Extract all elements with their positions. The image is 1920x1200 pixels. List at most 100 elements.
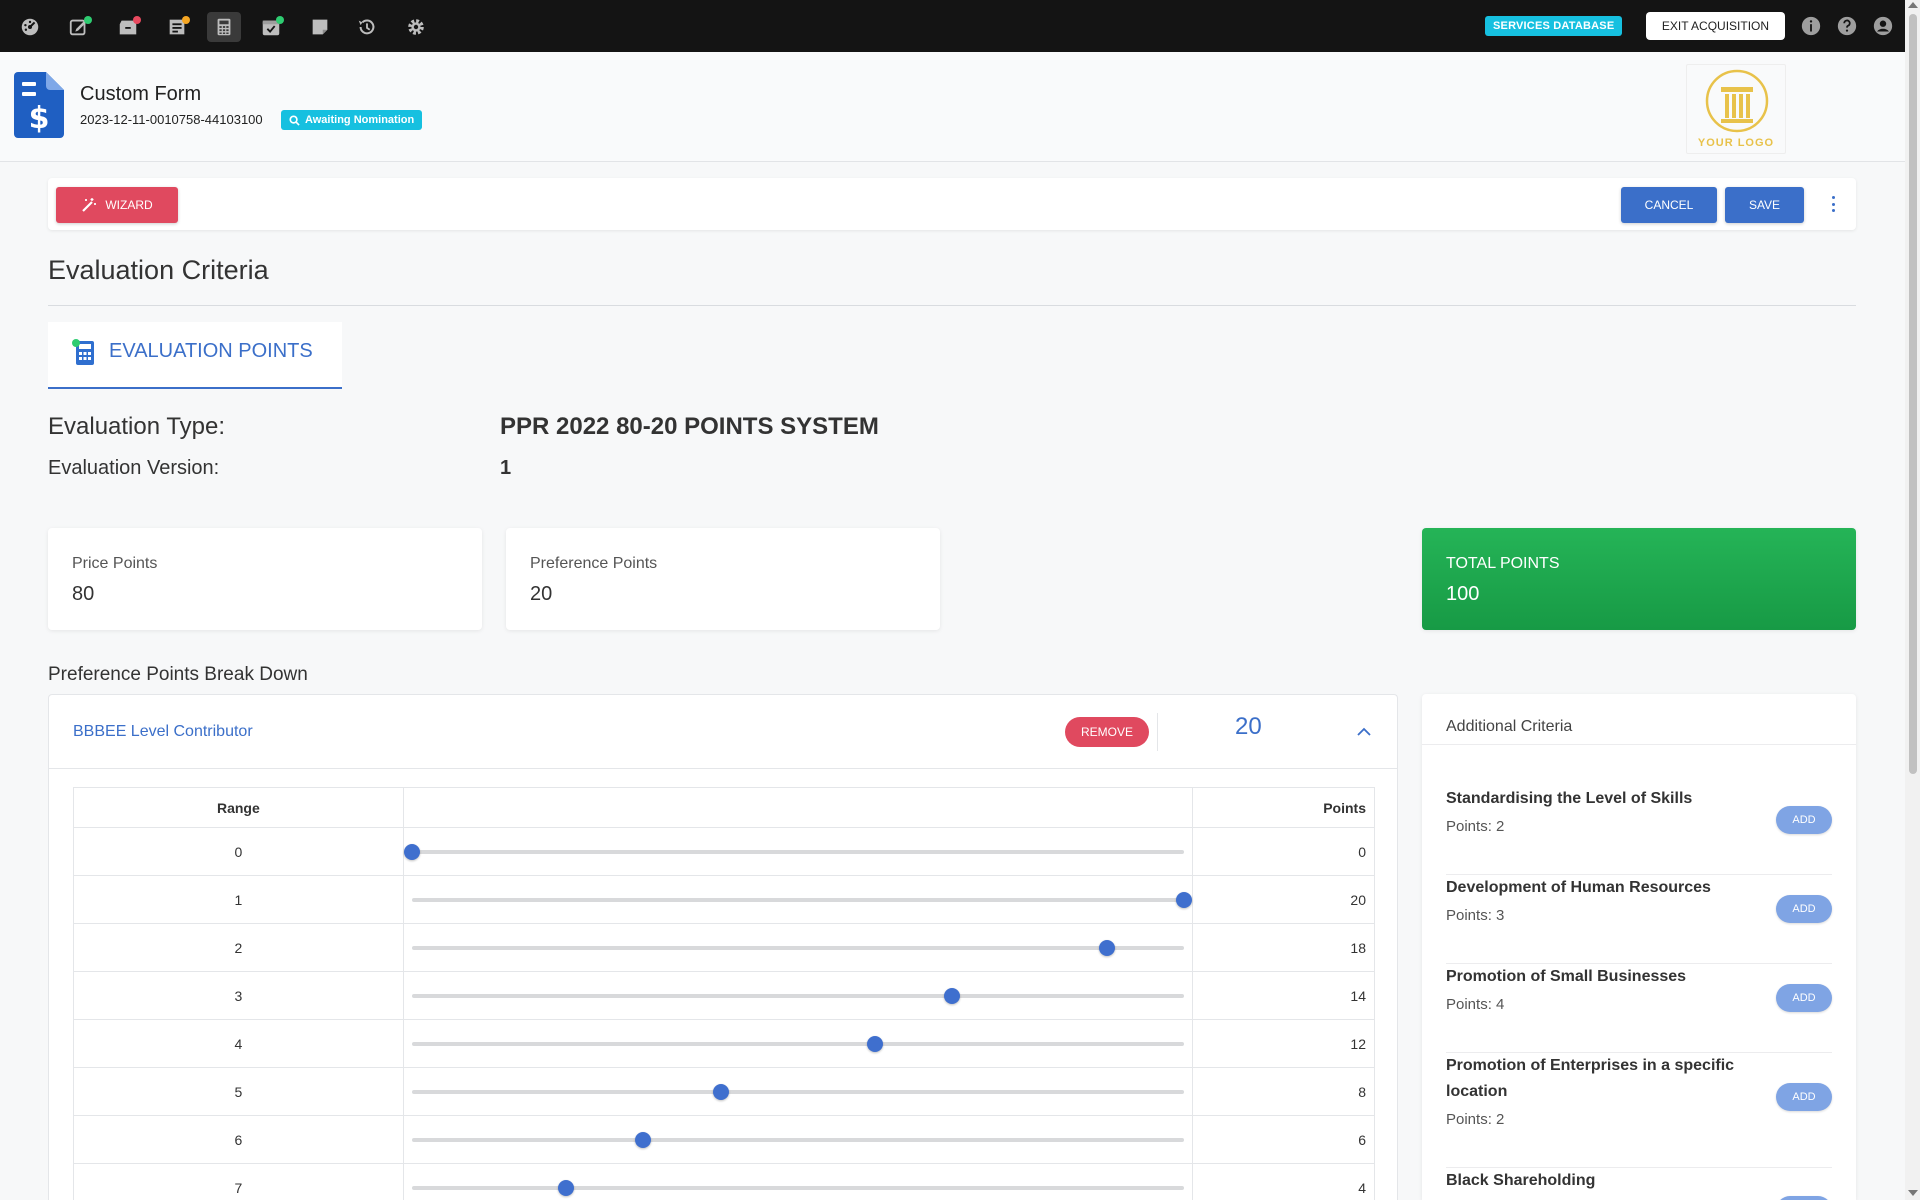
table-row: 2 18 bbox=[73, 923, 1375, 972]
criterion-name: Promotion of Enterprises in a specific l… bbox=[1446, 1057, 1735, 1100]
inbox-icon[interactable] bbox=[111, 12, 145, 42]
total-points-label: TOTAL POINTS bbox=[1446, 555, 1560, 572]
range-cell: 5 bbox=[73, 1067, 404, 1116]
points-cell: 4 bbox=[1192, 1163, 1375, 1200]
points-cell: 8 bbox=[1192, 1067, 1375, 1116]
points-slider-track[interactable] bbox=[411, 1083, 1185, 1100]
remove-button[interactable]: REMOVE bbox=[1065, 717, 1149, 747]
criterion-points: Points: 3 bbox=[1446, 907, 1505, 924]
scrollbar-thumb[interactable] bbox=[1909, 14, 1917, 774]
range-column-header: Range bbox=[73, 787, 404, 828]
points-column-header: Points bbox=[1192, 787, 1375, 828]
points-slider-track[interactable] bbox=[411, 1131, 1185, 1148]
points-slider-thumb[interactable] bbox=[867, 1035, 884, 1052]
points-slider-cell bbox=[402, 1067, 1194, 1116]
points-slider-thumb[interactable] bbox=[635, 1131, 652, 1148]
points-slider-cell bbox=[402, 1115, 1194, 1164]
preference-points-card: Preference Points 20 bbox=[506, 528, 940, 630]
points-slider-thumb[interactable] bbox=[944, 987, 961, 1004]
points-slider-thumb[interactable] bbox=[403, 843, 420, 860]
more-options-icon[interactable] bbox=[1828, 194, 1838, 214]
table-row: 1 20 bbox=[73, 875, 1375, 924]
points-cell: 6 bbox=[1192, 1115, 1375, 1164]
status-badge: Awaiting Nomination bbox=[281, 110, 423, 130]
points-cell: 14 bbox=[1192, 971, 1375, 1020]
points-slider-track[interactable] bbox=[403, 843, 1185, 860]
divider bbox=[48, 305, 1856, 306]
points-slider-track[interactable] bbox=[411, 891, 1193, 908]
preference-points-value: 20 bbox=[530, 583, 553, 605]
range-cell: 0 bbox=[73, 827, 404, 876]
tab-label: EVALUATION POINTS bbox=[109, 340, 313, 362]
table-row: 74 bbox=[73, 1163, 1375, 1200]
add-criterion-button[interactable]: ADD bbox=[1776, 895, 1832, 923]
orders-icon[interactable] bbox=[160, 12, 194, 42]
criterion-name-link[interactable]: BBBEE Level Contributor bbox=[73, 723, 253, 741]
evaluation-version-label: Evaluation Version: bbox=[48, 457, 220, 479]
points-slider-track[interactable] bbox=[411, 1179, 1185, 1196]
points-slider-cell bbox=[402, 971, 1194, 1020]
criterion-name: Black Shareholding bbox=[1446, 1172, 1596, 1189]
history-icon[interactable] bbox=[350, 12, 384, 42]
add-criterion-button[interactable]: ADD bbox=[1776, 1083, 1832, 1111]
points-slider-track[interactable] bbox=[411, 987, 1185, 1004]
cancel-button[interactable]: CANCEL bbox=[1621, 187, 1717, 223]
preference-points-label: Preference Points bbox=[530, 555, 658, 572]
status-badge-label: Awaiting Nomination bbox=[305, 114, 415, 126]
points-cell: 12 bbox=[1192, 1019, 1375, 1068]
points-slider-cell bbox=[402, 923, 1194, 972]
criterion-panel-header[interactable]: BBBEE Level Contributor REMOVE 20 bbox=[49, 695, 1397, 769]
preference-breakdown-title: Preference Points Break Down bbox=[48, 664, 308, 685]
list-item: Black Shareholding ADD bbox=[1446, 1168, 1832, 1200]
edit-icon[interactable] bbox=[62, 12, 96, 42]
points-slider-thumb[interactable] bbox=[712, 1083, 729, 1100]
table-row: 3 14 bbox=[73, 971, 1375, 1020]
notes-icon[interactable] bbox=[303, 12, 337, 42]
points-slider-thumb[interactable] bbox=[1176, 891, 1193, 908]
dashboard-icon[interactable] bbox=[13, 12, 47, 42]
invoice-document-icon: $ bbox=[14, 72, 64, 138]
range-cell: 4 bbox=[73, 1019, 404, 1068]
divider bbox=[1157, 713, 1158, 751]
price-points-card: Price Points 80 bbox=[48, 528, 482, 630]
range-cell: 1 bbox=[73, 875, 404, 924]
additional-criteria-title: Additional Criteria bbox=[1446, 718, 1573, 735]
tab-evaluation-points[interactable]: EVALUATION POINTS bbox=[48, 322, 342, 389]
points-slider-thumb[interactable] bbox=[558, 1179, 575, 1196]
help-icon[interactable] bbox=[1836, 15, 1858, 37]
wizard-button[interactable]: WIZARD bbox=[56, 187, 178, 223]
calculator-icon[interactable] bbox=[207, 12, 241, 42]
criterion-name: Promotion of Small Businesses bbox=[1446, 968, 1687, 985]
evaluation-type-value: PPR 2022 80-20 POINTS SYSTEM bbox=[500, 413, 879, 440]
calendar-check-icon[interactable] bbox=[254, 12, 288, 42]
settings-icon[interactable] bbox=[399, 12, 433, 42]
account-icon[interactable] bbox=[1872, 15, 1894, 37]
criterion-name: Standardising the Level of Skills bbox=[1446, 790, 1693, 807]
info-icon[interactable] bbox=[1800, 15, 1822, 37]
save-button[interactable]: SAVE bbox=[1725, 187, 1804, 223]
points-slider-cell bbox=[402, 1019, 1194, 1068]
evaluation-version-value: 1 bbox=[500, 457, 512, 479]
wizard-button-label: WIZARD bbox=[105, 198, 153, 212]
add-criterion-button[interactable]: ADD bbox=[1776, 806, 1832, 834]
range-cell: 6 bbox=[73, 1115, 404, 1164]
price-points-label: Price Points bbox=[72, 555, 158, 572]
services-database-badge[interactable]: SERVICES DATABASE bbox=[1485, 16, 1623, 36]
chevron-up-icon[interactable] bbox=[1357, 725, 1371, 739]
points-slider-track[interactable] bbox=[411, 1035, 1185, 1052]
points-slider-thumb[interactable] bbox=[1098, 939, 1115, 956]
scroll-up-arrow-icon[interactable] bbox=[1908, 2, 1918, 8]
criterion-points: Points: 4 bbox=[1446, 996, 1505, 1013]
add-criterion-button[interactable]: ADD bbox=[1776, 1196, 1832, 1200]
exit-acquisition-button[interactable]: EXIT ACQUISITION bbox=[1646, 12, 1785, 40]
top-navigation-bar: SERVICES DATABASE EXIT ACQUISITION bbox=[0, 0, 1905, 52]
criterion-name: Development of Human Resources bbox=[1446, 879, 1711, 896]
additional-criteria-panel: Additional Criteria Standardising the Le… bbox=[1422, 694, 1856, 1200]
points-slider-track[interactable] bbox=[411, 939, 1185, 956]
list-item: Promotion of Enterprises in a specific l… bbox=[1446, 1053, 1832, 1168]
table-row: 00 bbox=[73, 827, 1375, 876]
evaluation-type-label: Evaluation Type: bbox=[48, 413, 226, 440]
add-criterion-button[interactable]: ADD bbox=[1776, 984, 1832, 1012]
scroll-down-arrow-icon[interactable] bbox=[1908, 1190, 1918, 1196]
calculator-icon bbox=[72, 339, 94, 365]
